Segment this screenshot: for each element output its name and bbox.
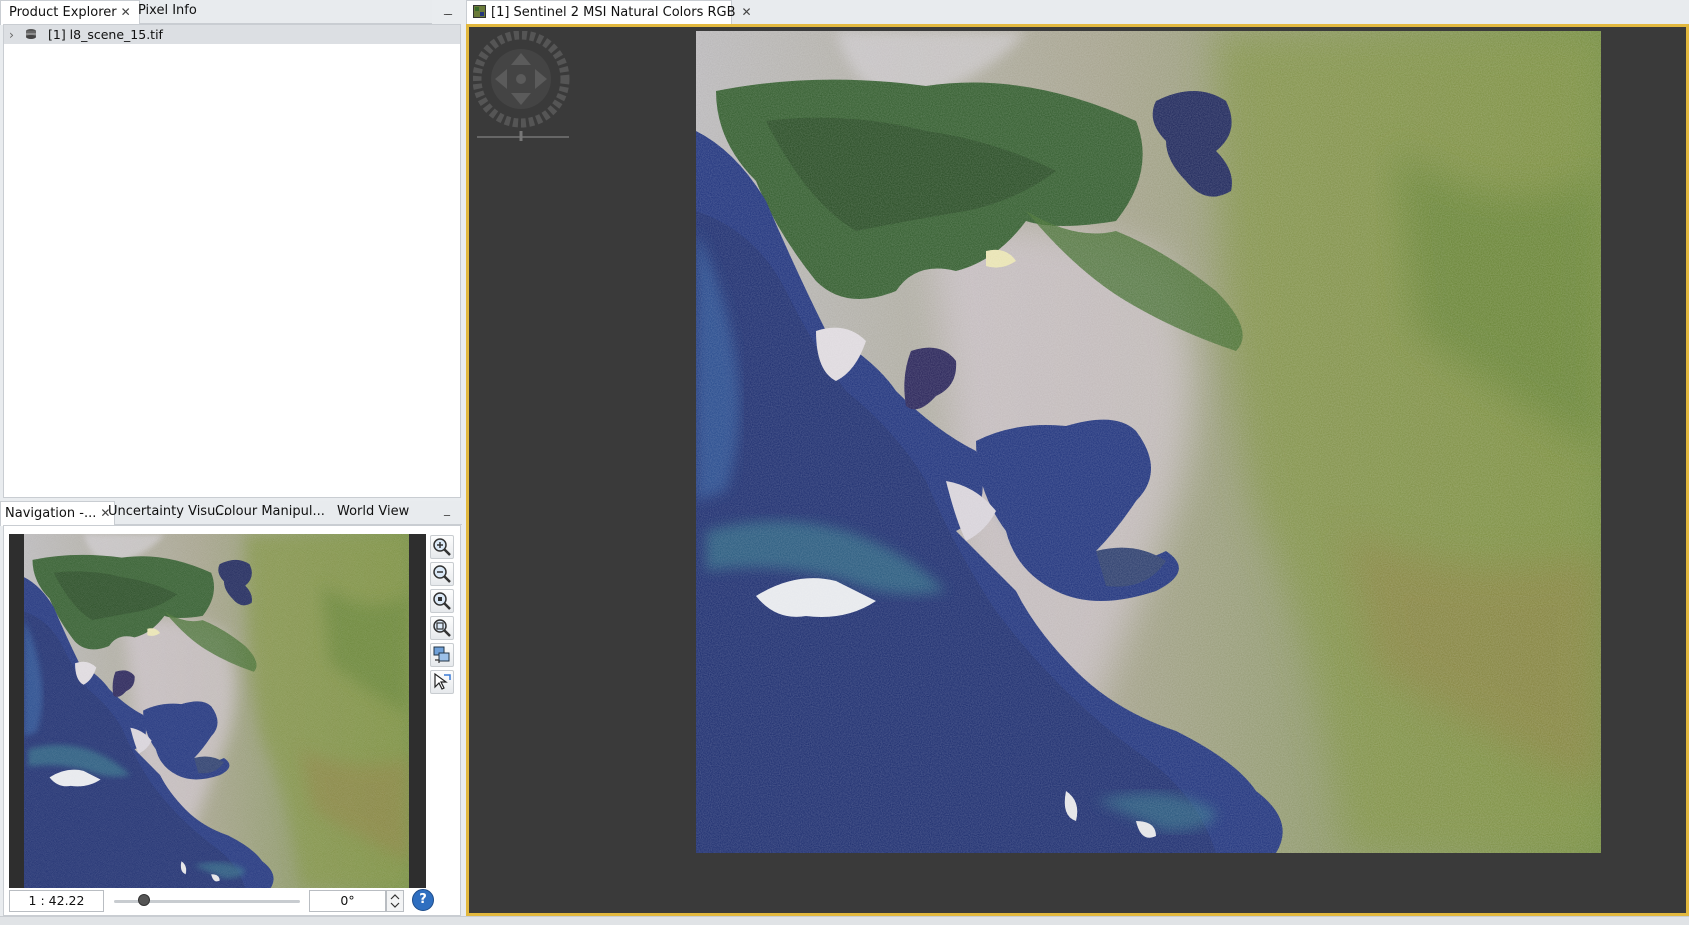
tree-item-label: [1] l8_scene_15.tif — [48, 27, 163, 42]
expand-arrow-icon[interactable]: › — [9, 25, 14, 44]
zoom-out-button[interactable] — [430, 562, 454, 586]
zoom-actual-icon — [433, 592, 451, 610]
zoom-slider-thumb[interactable] — [138, 894, 151, 906]
navigation-tabbar: Navigation -... ✕ Uncertainty Visu... Col… — [0, 501, 462, 526]
help-icon: ? — [419, 892, 427, 907]
zoom-in-icon — [433, 538, 451, 556]
tab-scene-view[interactable]: [1] Sentinel 2 MSI Natural Colors RGB ✕ — [466, 0, 752, 25]
tab-scene-view-label: [1] Sentinel 2 MSI Natural Colors RGB — [491, 5, 736, 20]
product-explorer-tabbar: Product Explorer ✕ Pixel Info _ — [0, 0, 450, 25]
thumbnail-svg — [24, 534, 409, 888]
zoom-button-column — [430, 535, 456, 705]
tree-item-product[interactable]: › [1] l8_scene_15.tif — [4, 25, 460, 44]
pan-control[interactable] — [473, 31, 573, 141]
image-view-frame — [466, 24, 1689, 916]
rotation-spinner[interactable] — [386, 890, 404, 912]
status-strip — [0, 916, 1689, 925]
rotation-field[interactable]: 0° — [309, 890, 386, 912]
satellite-image[interactable] — [696, 31, 1601, 853]
sync-cursor-button[interactable] — [430, 670, 454, 694]
satellite-svg — [696, 31, 1601, 853]
zoom-out-icon — [433, 565, 451, 583]
tab-colour-label: Colour Manipul... — [215, 504, 325, 519]
thumbnail-image — [24, 534, 409, 888]
sync-views-button[interactable] — [430, 643, 454, 667]
product-stack-icon — [26, 29, 36, 39]
zoom-all-icon — [433, 619, 451, 637]
navigation-thumbnail[interactable] — [9, 534, 426, 888]
image-view-icon — [473, 5, 486, 18]
tab-navigation[interactable]: Navigation -... ✕ — [0, 501, 116, 526]
tab-world-view[interactable]: World View — [333, 501, 413, 525]
zoom-slider[interactable] — [114, 894, 300, 908]
tab-navigation-label: Navigation -... — [5, 506, 97, 521]
tab-uncertainty-label: Uncertainty Visu... — [108, 504, 228, 519]
minimize-button[interactable]: _ — [438, 501, 456, 523]
tab-pixel-info-label: Pixel Info — [138, 3, 197, 18]
tab-pixel-info[interactable]: Pixel Info — [130, 0, 205, 24]
zoom-all-button[interactable] — [430, 616, 454, 640]
sync-views-icon — [433, 646, 450, 663]
main-view-tabbar: [1] Sentinel 2 MSI Natural Colors RGB ✕ — [466, 0, 1689, 25]
product-tree-panel: › [1] l8_scene_15.tif — [3, 24, 461, 498]
sync-cursor-icon — [434, 672, 451, 690]
minimize-button[interactable]: _ — [440, 0, 458, 22]
help-button[interactable]: ? — [412, 889, 434, 911]
close-icon[interactable]: ✕ — [742, 5, 752, 19]
tab-world-view-label: World View — [337, 504, 410, 519]
spinner-arrows-icon — [390, 894, 400, 908]
zoom-in-button[interactable] — [430, 535, 454, 559]
tab-product-explorer[interactable]: Product Explorer ✕ — [0, 0, 140, 25]
zoom-actual-pixel-button[interactable] — [430, 589, 454, 613]
navigation-panel: 1 : 42.22 0° ? — [3, 525, 461, 916]
scale-field[interactable]: 1 : 42.22 — [9, 890, 104, 912]
tab-product-explorer-label: Product Explorer — [9, 5, 117, 20]
tab-colour-manipulation[interactable]: Colour Manipul... — [211, 501, 329, 525]
